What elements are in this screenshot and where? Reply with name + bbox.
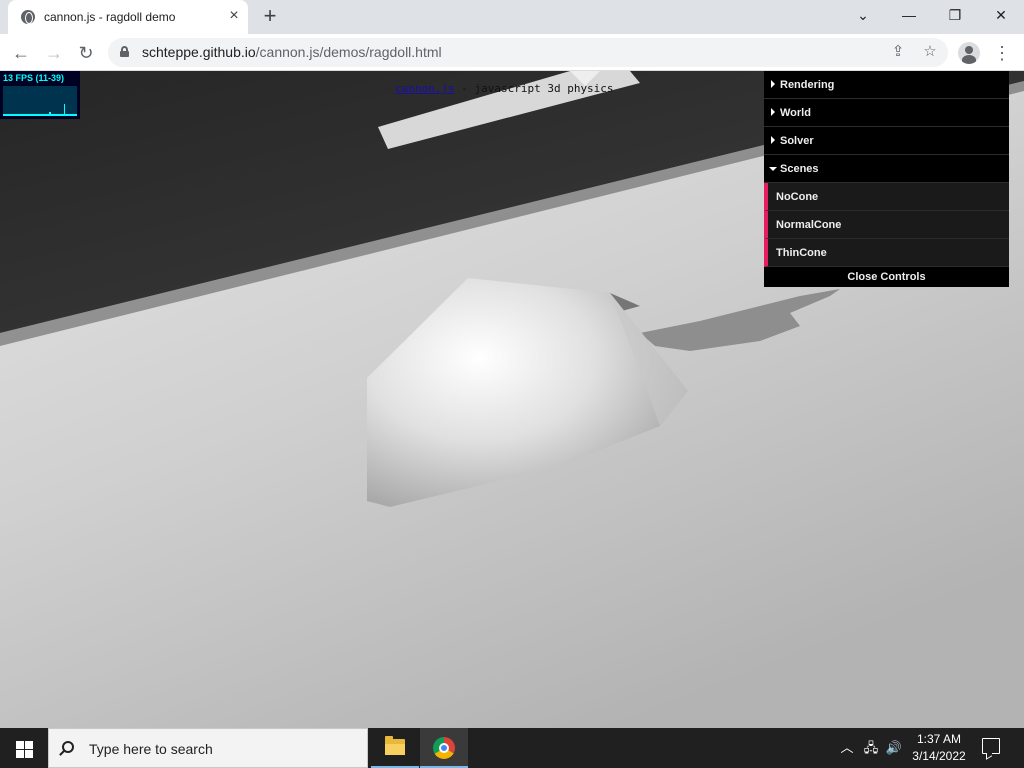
clock-time: 1:37 AM bbox=[916, 732, 962, 746]
close-controls-button[interactable]: Close Controls bbox=[764, 267, 1009, 287]
caret-down-icon bbox=[769, 167, 777, 171]
folder-solver[interactable]: Solver bbox=[764, 127, 1009, 155]
fps-stats-panel[interactable]: 13 FPS (11-39) bbox=[0, 71, 80, 119]
file-explorer-icon bbox=[385, 736, 405, 755]
caret-right-icon bbox=[771, 136, 775, 144]
fps-text: 13 FPS (11-39) bbox=[3, 73, 65, 83]
caret-right-icon bbox=[771, 108, 775, 116]
browser-tab[interactable]: cannon.js - ragdoll demo × bbox=[8, 0, 248, 34]
folder-label: Solver bbox=[780, 135, 814, 147]
tab-search-button[interactable]: ⌄ bbox=[848, 3, 878, 27]
new-tab-button[interactable]: + bbox=[258, 4, 282, 28]
scene-item-nocone[interactable]: NoCone bbox=[764, 183, 1009, 211]
folder-label: Rendering bbox=[780, 79, 835, 91]
notifications-icon[interactable] bbox=[982, 738, 1000, 754]
browser-toolbar: ← → ↻ schteppe.github.io/cannon.js/demos… bbox=[0, 34, 1024, 71]
bookmark-star-icon[interactable]: ☆ bbox=[920, 42, 940, 62]
taskbar: Type here to search ︿ 🖧 🔊 1:37 AM 3/14/2… bbox=[0, 728, 1024, 768]
show-hidden-icons-chevron-icon[interactable]: ︿ bbox=[838, 738, 856, 758]
url-host: schteppe.github.io bbox=[142, 44, 256, 60]
folder-world[interactable]: World bbox=[764, 99, 1009, 127]
windows-logo-icon bbox=[25, 750, 33, 758]
scene-item-thincone[interactable]: ThinCone bbox=[764, 239, 1009, 267]
info-caption-text: - javascript 3d physics bbox=[454, 82, 614, 95]
globe-icon bbox=[21, 10, 35, 24]
network-icon[interactable]: 🖧 bbox=[862, 738, 880, 758]
tab-close-icon[interactable]: × bbox=[226, 8, 242, 24]
info-caption: cannon.js - javascript 3d physics bbox=[395, 82, 614, 95]
address-bar[interactable]: schteppe.github.io/cannon.js/demos/ragdo… bbox=[108, 38, 948, 67]
tab-strip: cannon.js - ragdoll demo × + ⌄ — ❐ ✕ bbox=[0, 0, 1024, 34]
scene-item-label: NormalCone bbox=[776, 219, 842, 231]
forward-button[interactable]: → bbox=[41, 40, 67, 66]
lock-icon[interactable] bbox=[120, 46, 129, 57]
minimize-button[interactable]: — bbox=[894, 3, 924, 27]
folder-scenes[interactable]: Scenes bbox=[764, 155, 1009, 183]
scene-item-label: NoCone bbox=[776, 191, 819, 203]
search-placeholder: Type here to search bbox=[89, 741, 213, 757]
windows-logo-icon bbox=[25, 741, 33, 749]
chrome-taskbar-button[interactable] bbox=[420, 728, 468, 768]
caret-right-icon bbox=[771, 80, 775, 88]
folder-rendering[interactable]: Rendering bbox=[764, 71, 1009, 99]
scene-item-normalcone[interactable]: NormalCone bbox=[764, 211, 1009, 239]
scene-item-label: ThinCone bbox=[776, 247, 827, 259]
back-button[interactable]: ← bbox=[8, 40, 34, 66]
windows-logo-icon bbox=[16, 741, 24, 749]
folder-label: World bbox=[780, 107, 811, 119]
page-viewport: 13 FPS (11-39) cannon.js - javascript 3d… bbox=[0, 71, 1024, 728]
share-icon[interactable]: ⇪ bbox=[888, 42, 908, 62]
search-icon bbox=[62, 741, 74, 753]
chrome-icon bbox=[433, 737, 455, 759]
taskbar-search-box[interactable]: Type here to search bbox=[48, 728, 368, 768]
clock-date: 3/14/2022 bbox=[912, 749, 966, 763]
file-explorer-button[interactable] bbox=[371, 728, 419, 768]
controls-panel: Rendering World Solver Scenes NoCone Nor… bbox=[764, 71, 1009, 287]
cannonjs-link[interactable]: cannon.js bbox=[395, 82, 455, 95]
restore-button[interactable]: ❐ bbox=[940, 3, 970, 27]
volume-icon[interactable]: 🔊 bbox=[885, 738, 903, 758]
tab-title: cannon.js - ragdoll demo bbox=[44, 10, 176, 24]
fps-graph bbox=[3, 86, 77, 116]
browser-window: cannon.js - ragdoll demo × + ⌄ — ❐ ✕ ← →… bbox=[0, 0, 1024, 768]
profile-avatar-icon[interactable] bbox=[958, 42, 980, 64]
reload-button[interactable]: ↻ bbox=[73, 40, 99, 66]
windows-logo-icon bbox=[16, 750, 24, 758]
close-window-button[interactable]: ✕ bbox=[986, 3, 1016, 27]
start-button[interactable] bbox=[0, 728, 48, 768]
url-text[interactable]: schteppe.github.io/cannon.js/demos/ragdo… bbox=[142, 44, 442, 60]
fps-graph-bar bbox=[76, 114, 77, 116]
system-clock[interactable]: 1:37 AM 3/14/2022 bbox=[905, 731, 973, 765]
url-path: /cannon.js/demos/ragdoll.html bbox=[255, 44, 442, 60]
browser-menu-icon[interactable]: ⋮ bbox=[993, 40, 1011, 66]
folder-label: Scenes bbox=[780, 163, 819, 175]
